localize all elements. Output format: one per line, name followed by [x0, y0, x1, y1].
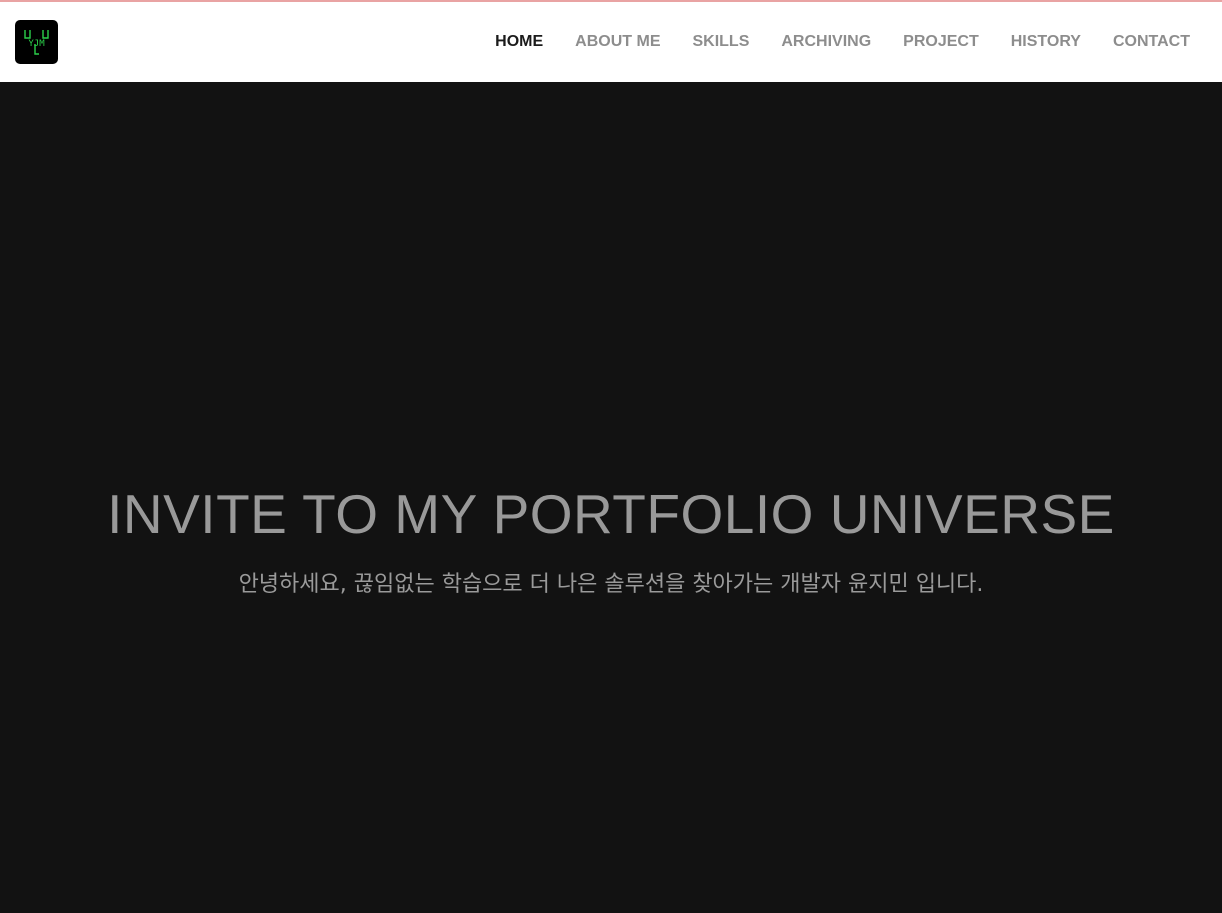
- nav-archiving[interactable]: ARCHIVING: [781, 33, 871, 51]
- yjm-logo-icon: YJM: [24, 30, 49, 55]
- nav-contact[interactable]: CONTACT: [1113, 33, 1190, 51]
- main-nav: HOME ABOUT ME SKILLS ARCHIVING PROJECT H…: [495, 2, 1190, 82]
- logo-text: YJM: [28, 39, 45, 49]
- navbar: YJM HOME ABOUT ME SKILLS ARCHIVING PROJE…: [0, 2, 1222, 82]
- nav-project[interactable]: PROJECT: [903, 33, 979, 51]
- nav-home[interactable]: HOME: [495, 33, 543, 51]
- nav-history[interactable]: HISTORY: [1011, 33, 1081, 51]
- site-logo[interactable]: YJM: [15, 20, 58, 64]
- nav-about-me[interactable]: ABOUT ME: [575, 33, 660, 51]
- hero-title: INVITE TO MY PORTFOLIO UNIVERSE: [107, 483, 1115, 545]
- nav-skills[interactable]: SKILLS: [692, 33, 749, 51]
- hero-subtitle: 안녕하세요, 끊임없는 학습으로 더 나은 솔루션을 찾아가는 개발자 윤지민 …: [238, 572, 984, 597]
- hero-section: INVITE TO MY PORTFOLIO UNIVERSE 안녕하세요, 끊…: [0, 82, 1222, 913]
